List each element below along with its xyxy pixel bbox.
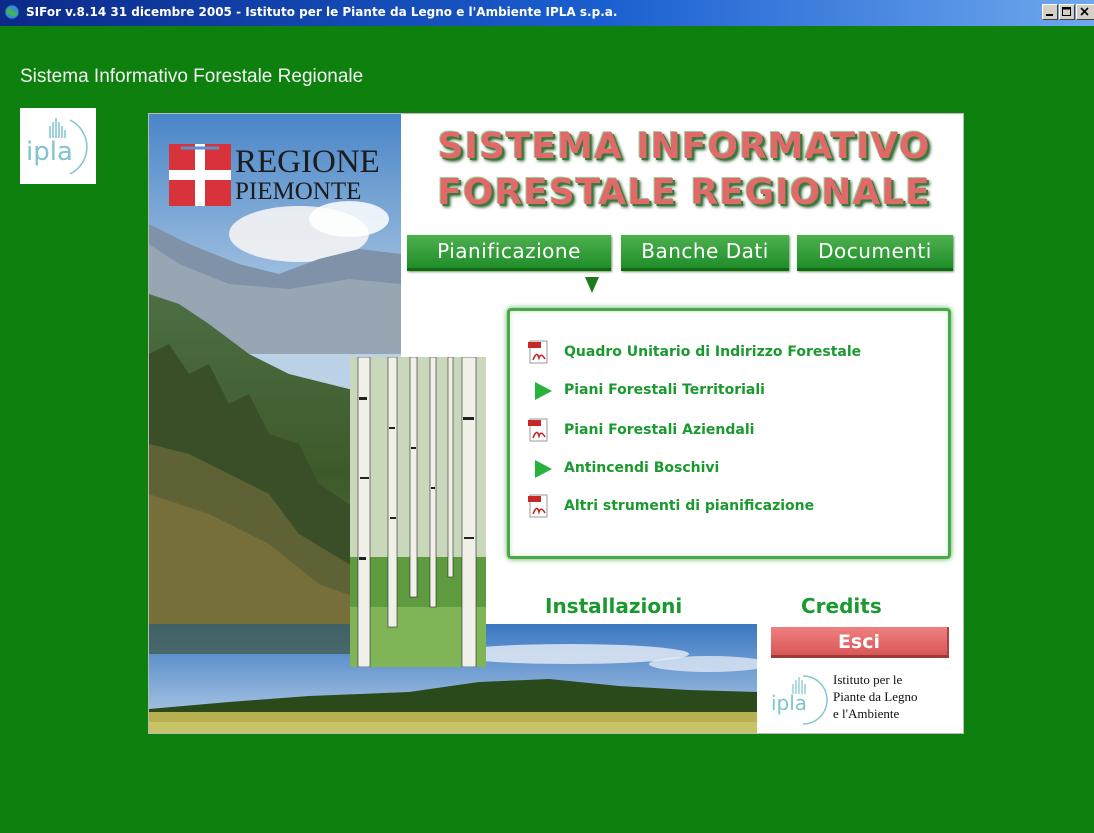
birch-forest-photo [350, 357, 486, 667]
exit-button[interactable]: Esci [771, 627, 949, 658]
tab-banche-dati[interactable]: Banche Dati [621, 235, 789, 271]
ipla-logo: ipla [20, 108, 96, 184]
ipla-logo-text: ipla [26, 137, 73, 167]
regione-piemonte-emblem [169, 144, 231, 206]
play-arrow-icon [535, 382, 552, 400]
ipla-footer-logo: ipla [771, 675, 828, 725]
close-button[interactable] [1076, 4, 1094, 20]
maximize-icon [1062, 7, 1071, 16]
ipla-caption-line-2: Piante da Legno [833, 689, 918, 704]
minimize-button[interactable] [1042, 4, 1058, 20]
tab-documenti[interactable]: Documenti [797, 235, 953, 271]
maximize-button[interactable] [1059, 4, 1075, 20]
ipla-caption-line-3: e l'Ambiente [833, 706, 900, 721]
selected-tab-indicator-icon [585, 277, 599, 293]
regione-label: REGIONE [235, 144, 380, 180]
piemonte-label: PIEMONTE [235, 178, 362, 205]
main-panel: REGIONE PIEMONTE SISTEMA INFORMATIVO FOR… [148, 113, 964, 734]
ipla-footer-logo-text: ipla [771, 691, 807, 715]
window-title: SIFor v.8.14 31 dicembre 2005 - Istituto… [26, 5, 618, 19]
globe-icon [4, 4, 20, 20]
title-line-2: FORESTALE REGIONALE [437, 172, 931, 213]
menu-item-label: Antincendi Boschivi [564, 460, 720, 476]
menu-item-label: Piani Forestali Territoriali [564, 382, 765, 398]
menu-item-label: Altri strumenti di pianificazione [564, 498, 815, 514]
pdf-icon [528, 494, 548, 518]
title-line-1: SISTEMA INFORMATIVO [437, 126, 931, 167]
play-arrow-icon [535, 460, 552, 478]
close-icon [1080, 7, 1089, 16]
app-heading: Sistema Informativo Forestale Regionale [20, 66, 364, 87]
window-titlebar: SIFor v.8.14 31 dicembre 2005 - Istituto… [0, 0, 1094, 26]
credits-link[interactable]: Credits [801, 594, 882, 618]
menu-item-label: Piani Forestali Aziendali [564, 422, 755, 438]
ipla-caption-line-1: Istituto per le [833, 672, 903, 687]
ipla-logo-graphic: ipla [26, 118, 88, 175]
menu-item-label: Quadro Unitario di Indirizzo Forestale [564, 344, 862, 360]
pdf-icon [528, 340, 548, 364]
regione-piemonte-logo: REGIONE PIEMONTE [169, 140, 399, 210]
minimize-icon [1046, 14, 1053, 16]
ipla-caption: Istituto per le Piante da Legno e l'Ambi… [833, 671, 953, 722]
tab-pianificazione[interactable]: Pianificazione [407, 235, 611, 271]
installazioni-link[interactable]: Installazioni [545, 594, 682, 618]
pdf-icon [528, 418, 548, 442]
